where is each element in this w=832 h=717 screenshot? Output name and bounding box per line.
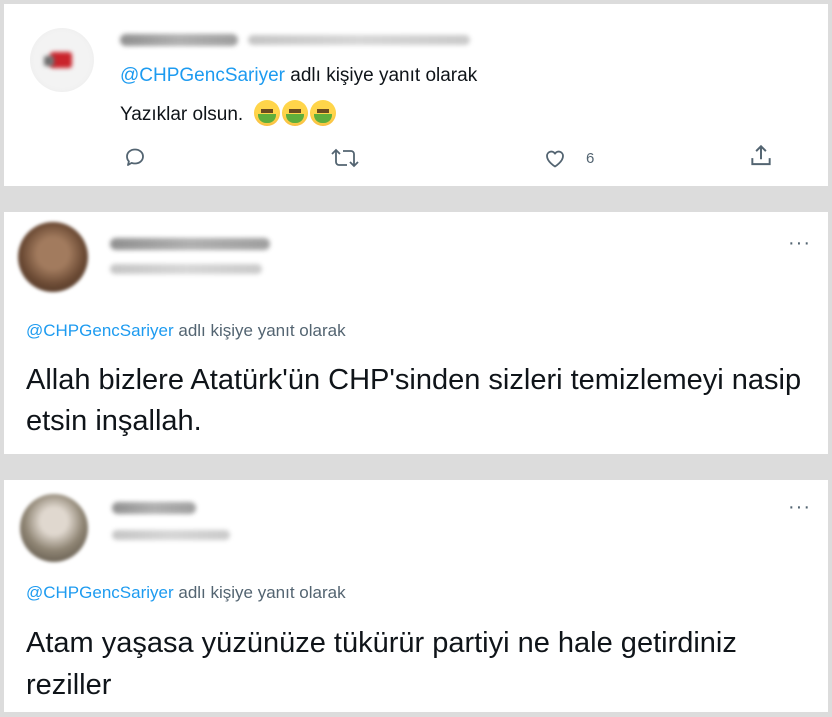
avatar[interactable] [18,222,88,292]
mention-link[interactable]: @CHPGencSariyer [26,583,174,602]
avatar[interactable] [30,28,94,92]
more-options-button[interactable]: ··· [788,233,811,253]
display-name[interactable] [112,502,196,514]
user-handle [112,530,230,540]
nauseated-face-emoji [254,100,281,126]
tweet-text: Atam yaşasa yüzünüze tükürür partiyi ne … [26,627,737,701]
tweet-text: Yazıklar olsun. [120,100,338,126]
mention-link[interactable]: @CHPGencSariyer [120,65,285,86]
mention-link[interactable]: @CHPGencSariyer [26,321,174,340]
tweet-card[interactable]: ··· @CHPGencSariyer adlı kişiye yanıt ol… [4,212,828,454]
nauseated-face-emoji [310,100,337,126]
retweet-button[interactable] [330,147,360,169]
tweet-text: Allah bizlere Atatürk'ün CHP'sinden sizl… [26,364,802,437]
like-count: 6 [586,149,595,167]
avatar[interactable] [20,494,88,562]
like-button[interactable]: 6 [542,146,594,170]
reply-context-label: adlı kişiye yanıt olarak [173,583,346,602]
user-handle [110,264,262,274]
tweet-card[interactable]: ··· @CHPGencSariyer adlı kişiye yanıt ol… [4,480,828,712]
reply-context: @CHPGencSariyer adlı kişiye yanıt olarak [26,321,346,341]
more-options-button[interactable]: ··· [788,497,811,517]
retweet-icon [331,148,359,168]
heart-icon [546,150,564,168]
reply-context: @CHPGencSariyer adlı kişiye yanıt olarak [26,583,346,603]
display-name[interactable] [110,238,270,250]
tweet-card[interactable]: @CHPGencSariyer adlı kişiye yanıt olarak… [4,4,828,186]
share-icon [751,144,771,166]
reply-icon [126,148,144,166]
user-handle [248,35,470,45]
reply-context-label: adlı kişiye yanıt olarak [173,321,346,340]
display-name[interactable] [120,34,238,46]
tweet-text-content: Yazıklar olsun. [120,104,244,125]
reply-context-label: adlı kişiye yanıt olarak [285,65,478,86]
nauseated-face-emoji [282,100,309,126]
reply-context: @CHPGencSariyer adlı kişiye yanıt olarak [120,65,477,87]
share-button[interactable] [748,143,774,169]
reply-button[interactable] [122,145,148,169]
